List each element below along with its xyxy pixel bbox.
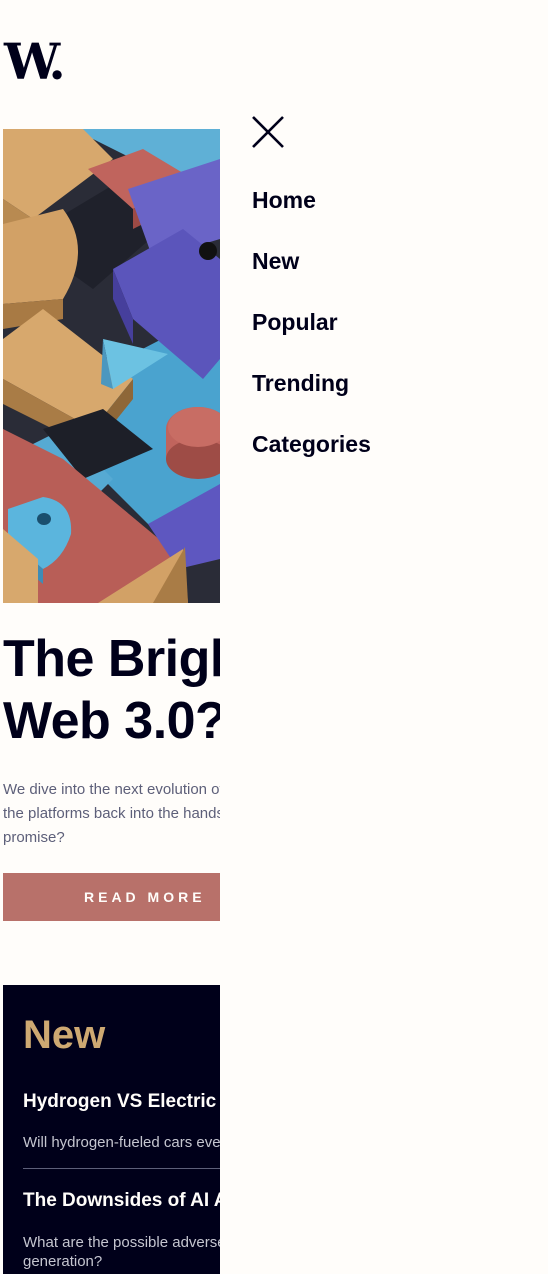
hero-description: We dive into the next evolution of the w… — [3, 778, 220, 850]
read-more-button[interactable]: READ MORE — [3, 873, 220, 921]
nav-item-trending[interactable]: Trending — [252, 367, 371, 428]
nav-item-new[interactable]: New — [252, 245, 371, 306]
new-item-title[interactable]: The Downsides of AI Artistry — [23, 1190, 220, 1212]
nav-drawer: Home New Popular Trending Categories — [220, 0, 548, 1274]
hero-title-line: Web 3.0? — [3, 692, 220, 750]
main-content: W. The Brig Web 3.0? We dive into the ne… — [0, 0, 220, 1274]
new-section: New Hydrogen VS Electric Cars Will hydro… — [3, 985, 220, 1274]
hero-title-line: The Bright Future of — [3, 630, 220, 688]
new-section-heading: New — [23, 1013, 106, 1057]
close-icon — [252, 116, 284, 148]
hero-title: The Bright Future of Web 3.0? — [3, 628, 220, 752]
new-item-title[interactable]: Hydrogen VS Electric Cars — [23, 1091, 220, 1113]
close-menu-button[interactable] — [250, 114, 286, 150]
new-item-description: Will hydrogen-fueled cars ever catch up … — [23, 1134, 220, 1151]
hero-image — [3, 129, 220, 603]
new-item-description: What are the possible adverse effects of… — [23, 1234, 220, 1251]
nav-item-home[interactable]: Home — [252, 184, 371, 245]
divider — [23, 1168, 220, 1169]
nav-menu: Home New Popular Trending Categories — [252, 184, 371, 489]
hero-description-line: We dive into the next evolution of the w… — [3, 781, 220, 798]
page: W. The Brig Web 3.0? We dive into the ne… — [0, 0, 548, 1274]
nav-item-popular[interactable]: Popular — [252, 306, 371, 367]
hero-description-line: the platforms back into the hands of the… — [3, 805, 220, 822]
logo[interactable]: W. — [4, 37, 66, 87]
hero-description-line: promise? — [3, 829, 65, 846]
new-item-description: generation? — [23, 1253, 103, 1270]
nav-item-categories[interactable]: Categories — [252, 428, 371, 489]
